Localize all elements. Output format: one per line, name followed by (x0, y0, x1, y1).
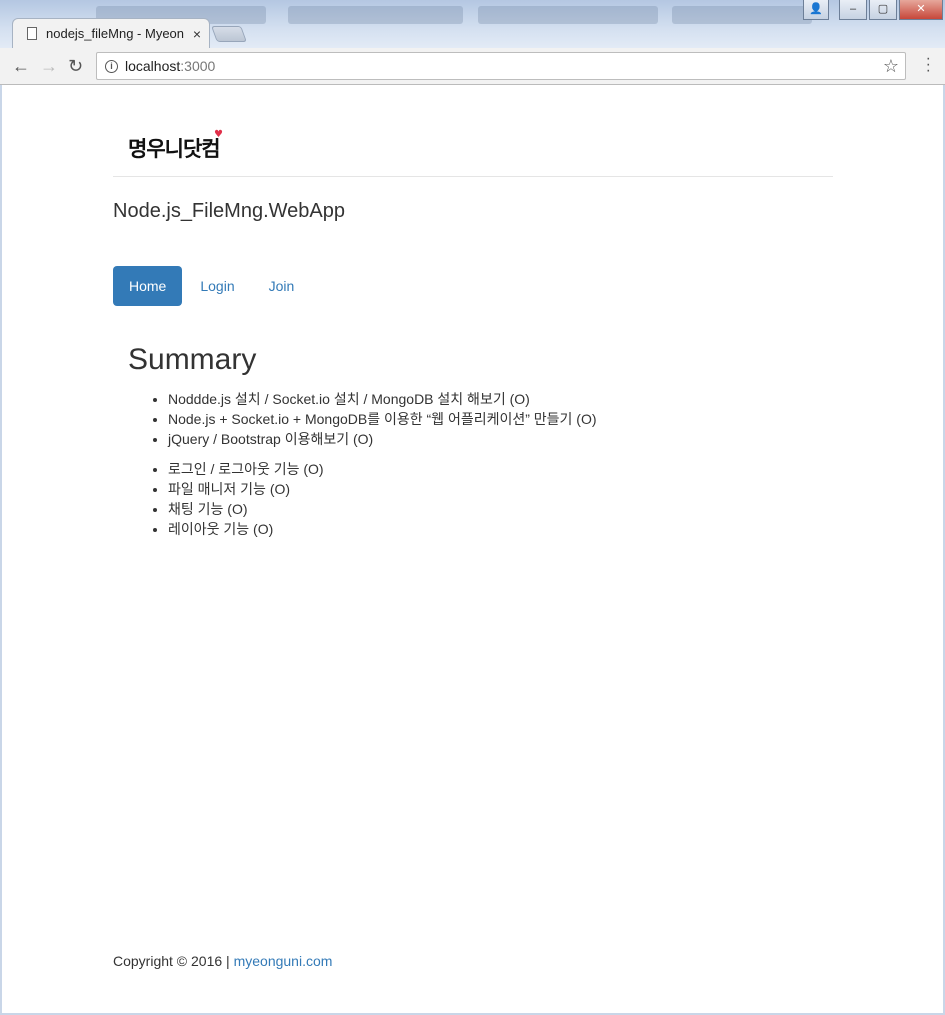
menu-dots-icon[interactable]: · · · (926, 51, 931, 79)
user-profile-icon[interactable]: 👤 (803, 0, 829, 20)
footer: Copyright © 2016 | myeonguni.com (113, 953, 332, 969)
address-bar[interactable]: i localhost:3000 ☆ (96, 52, 906, 80)
copyright-text: Copyright © 2016 | (113, 953, 234, 969)
list-item: jQuery / Bootstrap 이용해보기 (O) (168, 429, 597, 449)
footer-link[interactable]: myeonguni.com (234, 953, 333, 969)
back-arrow-icon[interactable]: ← (12, 57, 30, 75)
address-port: :3000 (180, 58, 216, 74)
header-divider (113, 176, 833, 177)
heart-icon: ♥ (214, 129, 223, 140)
nav-home[interactable]: Home (113, 266, 183, 306)
list-item: 로그인 / 로그아웃 기능 (O) (168, 459, 324, 479)
app-title: Node.js_FileMng.WebApp (113, 200, 345, 222)
maximize-button[interactable]: ▢ (869, 0, 897, 20)
tab-close-icon[interactable]: × (193, 26, 201, 42)
background-tab-blur (672, 6, 812, 24)
reload-icon[interactable]: ↻ (68, 57, 83, 75)
close-window-button[interactable]: ✕ (899, 0, 943, 20)
background-tab-blur (478, 6, 658, 24)
background-tab-blur (288, 6, 463, 24)
nav-login[interactable]: Login (184, 266, 250, 306)
minimize-button[interactable]: ‒ (839, 0, 867, 20)
nav-join[interactable]: Join (253, 266, 311, 306)
page-icon (27, 27, 37, 40)
forward-arrow-icon[interactable]: → (40, 57, 58, 75)
logo-text: 명우니닷컴 (128, 137, 221, 161)
site-logo[interactable]: 명우니닷컴 ♥ (128, 129, 223, 163)
browser-toolbar: ← → ↻ i localhost:3000 ☆ · · · (0, 48, 945, 85)
nav-pills: Home Login Join (113, 266, 312, 306)
new-tab-button[interactable] (211, 26, 247, 42)
list-item: 레이아웃 기능 (O) (168, 519, 324, 539)
bookmark-star-icon[interactable]: ☆ (883, 56, 899, 77)
tab-title: nodejs_fileMng - Myeon (46, 26, 185, 41)
list-item: 파일 매니저 기능 (O) (168, 479, 324, 499)
address-host: localhost (125, 58, 181, 74)
list-item: Noddde.js 설치 / Socket.io 설치 / MongoDB 설치… (168, 389, 597, 409)
summary-heading: Summary (128, 343, 257, 376)
summary-list-features: 로그인 / 로그아웃 기능 (O) 파일 매니저 기능 (O) 채팅 기능 (O… (168, 459, 324, 539)
list-item: 채팅 기능 (O) (168, 499, 324, 519)
list-item: Node.js + Socket.io + MongoDB를 이용한 “웹 어플… (168, 409, 597, 429)
browser-tab-active[interactable]: nodejs_fileMng - Myeon × (12, 18, 210, 48)
summary-list-setup: Noddde.js 설치 / Socket.io 설치 / MongoDB 설치… (168, 389, 597, 449)
page-viewport: 명우니닷컴 ♥ Node.js_FileMng.WebApp Home Logi… (2, 85, 943, 1013)
info-icon[interactable]: i (105, 59, 118, 73)
